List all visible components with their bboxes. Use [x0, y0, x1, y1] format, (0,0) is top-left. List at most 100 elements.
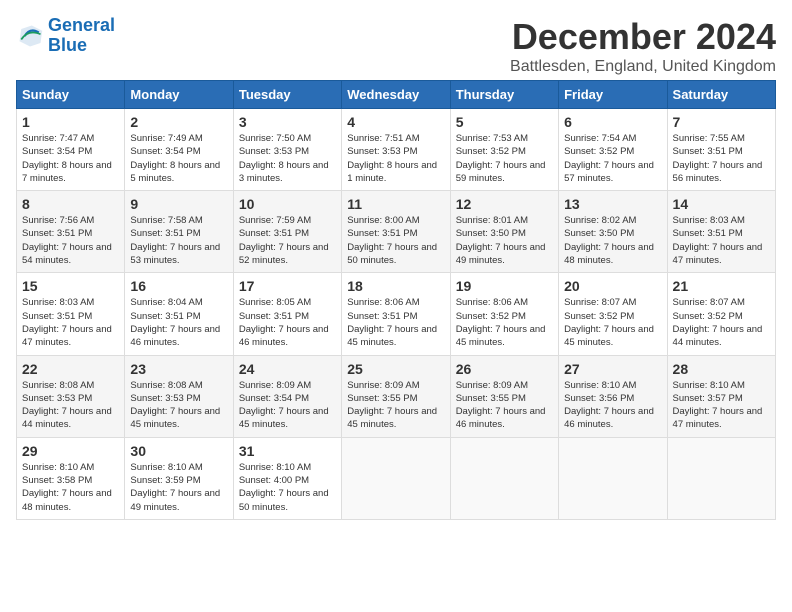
day-cell: 13 Sunrise: 8:02 AMSunset: 3:50 PMDaylig… — [559, 191, 667, 273]
day-cell: 16 Sunrise: 8:04 AMSunset: 3:51 PMDaylig… — [125, 273, 233, 355]
day-number: 11 — [347, 196, 444, 212]
day-number: 4 — [347, 114, 444, 130]
day-cell: 9 Sunrise: 7:58 AMSunset: 3:51 PMDayligh… — [125, 191, 233, 273]
day-cell: 10 Sunrise: 7:59 AMSunset: 3:51 PMDaylig… — [233, 191, 341, 273]
day-info: Sunrise: 7:55 AMSunset: 3:51 PMDaylight:… — [673, 132, 770, 185]
day-cell: 8 Sunrise: 7:56 AMSunset: 3:51 PMDayligh… — [17, 191, 125, 273]
calendar-body: 1 Sunrise: 7:47 AMSunset: 3:54 PMDayligh… — [17, 109, 776, 520]
day-number: 25 — [347, 361, 444, 377]
day-number: 3 — [239, 114, 336, 130]
day-number: 7 — [673, 114, 770, 130]
day-cell: 26 Sunrise: 8:09 AMSunset: 3:55 PMDaylig… — [450, 355, 558, 437]
day-cell: 21 Sunrise: 8:07 AMSunset: 3:52 PMDaylig… — [667, 273, 775, 355]
day-cell: 28 Sunrise: 8:10 AMSunset: 3:57 PMDaylig… — [667, 355, 775, 437]
day-info: Sunrise: 8:10 AMSunset: 3:56 PMDaylight:… — [564, 379, 661, 432]
week-row-4: 22 Sunrise: 8:08 AMSunset: 3:53 PMDaylig… — [17, 355, 776, 437]
day-cell: 19 Sunrise: 8:06 AMSunset: 3:52 PMDaylig… — [450, 273, 558, 355]
day-info: Sunrise: 8:05 AMSunset: 3:51 PMDaylight:… — [239, 296, 336, 349]
day-info: Sunrise: 8:01 AMSunset: 3:50 PMDaylight:… — [456, 214, 553, 267]
calendar-table: SundayMondayTuesdayWednesdayThursdayFrid… — [16, 80, 776, 520]
day-number: 15 — [22, 278, 119, 294]
day-number: 29 — [22, 443, 119, 459]
day-cell — [450, 437, 558, 519]
title-area: December 2024 Battlesden, England, Unite… — [510, 16, 776, 76]
day-number: 9 — [130, 196, 227, 212]
day-cell: 31 Sunrise: 8:10 AMSunset: 4:00 PMDaylig… — [233, 437, 341, 519]
day-cell: 18 Sunrise: 8:06 AMSunset: 3:51 PMDaylig… — [342, 273, 450, 355]
day-number: 27 — [564, 361, 661, 377]
day-info: Sunrise: 8:09 AMSunset: 3:55 PMDaylight:… — [347, 379, 444, 432]
week-row-1: 1 Sunrise: 7:47 AMSunset: 3:54 PMDayligh… — [17, 109, 776, 191]
day-number: 10 — [239, 196, 336, 212]
day-info: Sunrise: 8:08 AMSunset: 3:53 PMDaylight:… — [22, 379, 119, 432]
weekday-header-thursday: Thursday — [450, 81, 558, 109]
day-info: Sunrise: 7:59 AMSunset: 3:51 PMDaylight:… — [239, 214, 336, 267]
day-info: Sunrise: 8:06 AMSunset: 3:52 PMDaylight:… — [456, 296, 553, 349]
weekday-header-monday: Monday — [125, 81, 233, 109]
weekday-header-wednesday: Wednesday — [342, 81, 450, 109]
day-number: 21 — [673, 278, 770, 294]
day-info: Sunrise: 8:02 AMSunset: 3:50 PMDaylight:… — [564, 214, 661, 267]
day-info: Sunrise: 7:54 AMSunset: 3:52 PMDaylight:… — [564, 132, 661, 185]
day-number: 28 — [673, 361, 770, 377]
day-cell: 30 Sunrise: 8:10 AMSunset: 3:59 PMDaylig… — [125, 437, 233, 519]
day-number: 19 — [456, 278, 553, 294]
day-number: 30 — [130, 443, 227, 459]
day-cell: 22 Sunrise: 8:08 AMSunset: 3:53 PMDaylig… — [17, 355, 125, 437]
day-cell: 29 Sunrise: 8:10 AMSunset: 3:58 PMDaylig… — [17, 437, 125, 519]
day-info: Sunrise: 7:50 AMSunset: 3:53 PMDaylight:… — [239, 132, 336, 185]
month-title: December 2024 — [510, 16, 776, 58]
day-cell: 7 Sunrise: 7:55 AMSunset: 3:51 PMDayligh… — [667, 109, 775, 191]
day-cell: 11 Sunrise: 8:00 AMSunset: 3:51 PMDaylig… — [342, 191, 450, 273]
day-info: Sunrise: 8:10 AMSunset: 3:58 PMDaylight:… — [22, 461, 119, 514]
day-info: Sunrise: 7:56 AMSunset: 3:51 PMDaylight:… — [22, 214, 119, 267]
day-number: 12 — [456, 196, 553, 212]
day-info: Sunrise: 8:06 AMSunset: 3:51 PMDaylight:… — [347, 296, 444, 349]
day-info: Sunrise: 8:09 AMSunset: 3:55 PMDaylight:… — [456, 379, 553, 432]
weekday-header-row: SundayMondayTuesdayWednesdayThursdayFrid… — [17, 81, 776, 109]
day-info: Sunrise: 8:10 AMSunset: 3:59 PMDaylight:… — [130, 461, 227, 514]
logo-icon — [16, 22, 44, 50]
weekday-header-tuesday: Tuesday — [233, 81, 341, 109]
day-cell: 12 Sunrise: 8:01 AMSunset: 3:50 PMDaylig… — [450, 191, 558, 273]
logo-blue: Blue — [48, 35, 87, 55]
logo-text: General Blue — [48, 16, 115, 56]
day-number: 14 — [673, 196, 770, 212]
day-cell — [342, 437, 450, 519]
logo: General Blue — [16, 16, 115, 56]
day-info: Sunrise: 8:07 AMSunset: 3:52 PMDaylight:… — [673, 296, 770, 349]
day-info: Sunrise: 7:49 AMSunset: 3:54 PMDaylight:… — [130, 132, 227, 185]
header: General Blue December 2024 Battlesden, E… — [16, 16, 776, 76]
day-number: 8 — [22, 196, 119, 212]
day-info: Sunrise: 8:09 AMSunset: 3:54 PMDaylight:… — [239, 379, 336, 432]
day-number: 16 — [130, 278, 227, 294]
week-row-2: 8 Sunrise: 7:56 AMSunset: 3:51 PMDayligh… — [17, 191, 776, 273]
subtitle: Battlesden, England, United Kingdom — [510, 58, 776, 76]
day-info: Sunrise: 8:03 AMSunset: 3:51 PMDaylight:… — [22, 296, 119, 349]
day-number: 24 — [239, 361, 336, 377]
day-cell: 17 Sunrise: 8:05 AMSunset: 3:51 PMDaylig… — [233, 273, 341, 355]
week-row-3: 15 Sunrise: 8:03 AMSunset: 3:51 PMDaylig… — [17, 273, 776, 355]
day-cell: 5 Sunrise: 7:53 AMSunset: 3:52 PMDayligh… — [450, 109, 558, 191]
day-number: 22 — [22, 361, 119, 377]
day-number: 26 — [456, 361, 553, 377]
day-cell: 23 Sunrise: 8:08 AMSunset: 3:53 PMDaylig… — [125, 355, 233, 437]
day-cell — [559, 437, 667, 519]
day-number: 6 — [564, 114, 661, 130]
day-cell: 15 Sunrise: 8:03 AMSunset: 3:51 PMDaylig… — [17, 273, 125, 355]
day-cell: 24 Sunrise: 8:09 AMSunset: 3:54 PMDaylig… — [233, 355, 341, 437]
logo-general: General — [48, 15, 115, 35]
day-cell: 27 Sunrise: 8:10 AMSunset: 3:56 PMDaylig… — [559, 355, 667, 437]
day-number: 31 — [239, 443, 336, 459]
day-cell: 4 Sunrise: 7:51 AMSunset: 3:53 PMDayligh… — [342, 109, 450, 191]
weekday-header-friday: Friday — [559, 81, 667, 109]
day-info: Sunrise: 7:53 AMSunset: 3:52 PMDaylight:… — [456, 132, 553, 185]
day-number: 13 — [564, 196, 661, 212]
day-number: 23 — [130, 361, 227, 377]
day-info: Sunrise: 7:58 AMSunset: 3:51 PMDaylight:… — [130, 214, 227, 267]
week-row-5: 29 Sunrise: 8:10 AMSunset: 3:58 PMDaylig… — [17, 437, 776, 519]
day-info: Sunrise: 8:00 AMSunset: 3:51 PMDaylight:… — [347, 214, 444, 267]
day-info: Sunrise: 8:10 AMSunset: 3:57 PMDaylight:… — [673, 379, 770, 432]
day-info: Sunrise: 7:47 AMSunset: 3:54 PMDaylight:… — [22, 132, 119, 185]
day-number: 20 — [564, 278, 661, 294]
